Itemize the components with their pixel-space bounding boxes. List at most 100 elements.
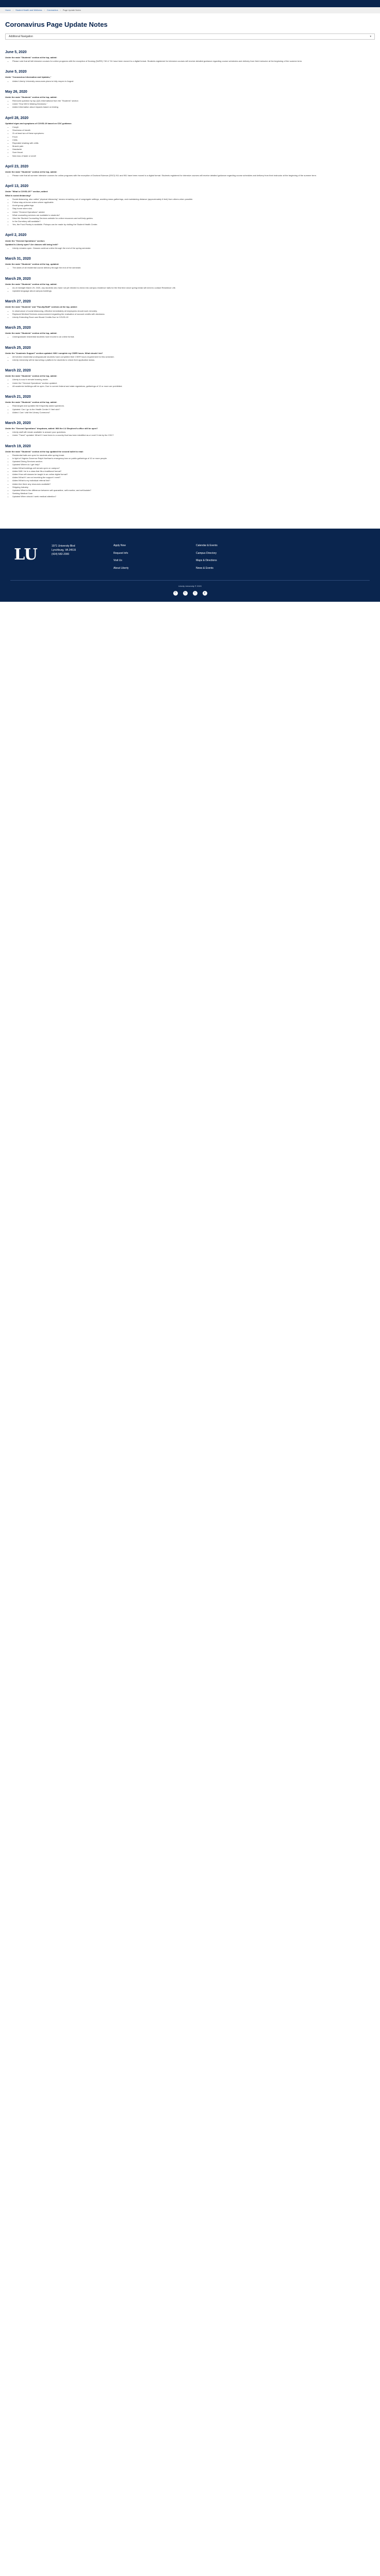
update-bullet: Added: Can I visit the Library Commons?: [12, 411, 375, 414]
update-bullet: Liberty remains open. Classes continue o…: [12, 247, 375, 249]
update-bullet-list: Liberty remains open. Classes continue o…: [5, 247, 375, 249]
update-date-heading: April 23, 2020: [5, 164, 29, 168]
update-bullet: Liberty staff will remain available to a…: [12, 431, 375, 433]
update-bullet: All full-time residential undergraduate …: [12, 355, 375, 358]
update-bullet: Avoid group gatherings.: [12, 204, 375, 207]
update-bullet: Updated Where do I get help?: [12, 463, 375, 466]
update-entry: April 28, 2020 Updated signs and symptoms…: [5, 116, 375, 157]
update-bullet: Muscle pain: [12, 145, 375, 147]
update-bullet-list: Please note that all fall intensive cour…: [5, 60, 375, 62]
update-subheading: Updated Is Liberty open? Are classes sti…: [5, 243, 58, 246]
update-bullet: Undergraduate residential students have …: [12, 335, 375, 338]
update-list: June 5, 2020 Under the main "Students" se…: [5, 50, 375, 498]
breadcrumb-coronavirus[interactable]: Coronavirus: [47, 9, 58, 11]
update-bullet: Yes, the Food Pantry is available. Picku…: [12, 223, 375, 226]
update-bullet: Updated When should I seek medical atten…: [12, 495, 375, 498]
update-bullet-list: Residential halls are open for students …: [5, 454, 375, 498]
update-subheading: Under the main "Students" section at the…: [5, 375, 57, 378]
update-subheading: Under the main "Students" section at the…: [5, 56, 57, 59]
update-subheading: Under the main "Students" section at the…: [5, 401, 57, 404]
footer-links: Apply Now Calendar & Events Request Info…: [113, 544, 268, 570]
youtube-icon[interactable]: y: [202, 590, 207, 596]
update-date-heading: March 31, 2020: [5, 257, 31, 261]
update-bullet: Please note that all fall intensive cour…: [12, 60, 375, 62]
update-date-heading: March 25, 2020: [5, 346, 31, 350]
update-bullet: Headache: [12, 148, 375, 150]
main-content: Coronavirus Page Update Notes Additional…: [0, 13, 380, 498]
update-bullet: What counseling services are available t…: [12, 214, 375, 216]
footer-link[interactable]: Calendar & Events: [196, 544, 268, 548]
update-entry: March 20, 2020 Under the "General Operati…: [5, 421, 375, 437]
update-subheading: Under the "Academic Support" section upd…: [5, 351, 103, 354]
update-date-heading: March 21, 2020: [5, 395, 31, 399]
facebook-icon[interactable]: f: [173, 590, 178, 596]
update-subheading: Under the main "Students" section at the…: [5, 170, 57, 173]
update-bullet-list: Removed question by top (Q2) information…: [5, 99, 375, 109]
update-bullet: Liberty Extending Room and Board Credits…: [12, 316, 375, 318]
update-date-heading: March 29, 2020: [5, 277, 31, 281]
update-bullet: In observance of social distancing, effe…: [12, 310, 375, 312]
footer-link[interactable]: News & Events: [196, 567, 268, 570]
footer-link[interactable]: Apply Now: [113, 544, 186, 548]
update-bullet: Chills: [12, 139, 375, 141]
update-date-heading: March 20, 2020: [5, 421, 31, 425]
update-entry: March 31, 2020 Under the main "Students" …: [5, 257, 375, 269]
update-bullet: In the Dormitory still available?: [12, 220, 375, 223]
update-bullet: Added What is my individual referral lin…: [12, 479, 375, 482]
update-subheading: Under the main "Students" section at the…: [5, 332, 57, 335]
update-entry: April 2, 2020 Under the "General Operatio…: [5, 233, 375, 249]
update-bullet: Added Liberty University announces plans…: [12, 80, 375, 82]
update-bullet: Under "Travel" updated: What if I have b…: [12, 434, 375, 436]
instagram-icon[interactable]: i: [192, 590, 197, 596]
update-subheading: Under the "General Operations" dropdown,…: [5, 427, 98, 430]
top-header-bar: [0, 0, 380, 7]
update-entry: March 22, 2020 Under the main "Students" …: [5, 368, 375, 387]
update-bullet: Rearranged and updated the frequently as…: [12, 404, 375, 407]
update-date-heading: June 5, 2020: [5, 70, 27, 74]
update-bullet-list: All full-time residential undergraduate …: [5, 355, 375, 361]
update-subheading: Under the main "Students" and "Faculty/S…: [5, 306, 78, 309]
additional-navigation-select[interactable]: Additional Navigation ▾: [5, 33, 375, 40]
update-bullet-list: Liberty is now in remote learning mode.U…: [5, 378, 375, 387]
footer-address-line: 1971 University Blvd: [52, 545, 75, 548]
update-bullet: Under "How We're Making Decisions,": [12, 103, 375, 105]
update-entry: June 5, 2020 Under the main "Students" se…: [5, 50, 375, 62]
update-subheading: Under the "General Operations" section:: [5, 239, 45, 242]
twitter-icon[interactable]: t: [183, 590, 188, 596]
copyright-text: Liberty University © 2020: [178, 585, 202, 588]
update-entry: June 5, 2020 Under "Coronavirus Informati…: [5, 70, 375, 82]
update-bullet: Replaced Medical Services announcement r…: [12, 313, 375, 315]
update-date-heading: April 13, 2020: [5, 184, 29, 189]
update-entry: May 26, 2020 Under the main "Students" se…: [5, 90, 375, 109]
update-bullet: Cough: [12, 126, 375, 128]
update-bullet: New loss of taste or smell: [12, 155, 375, 157]
update-bullet: Added Will I be in a class that fits a t…: [12, 470, 375, 472]
update-bullet-list: Added Liberty University announces plans…: [5, 80, 375, 82]
update-bullet: Liberty University will be launching a p…: [12, 359, 375, 361]
update-bullet: Shipping Industry: [12, 486, 375, 488]
update-entry: April 23, 2020 Under the main "Students" …: [5, 164, 375, 177]
update-subheading: Under the main "Students" section at the…: [5, 95, 57, 98]
update-bullet: Or at least two of these symptoms:: [12, 132, 375, 134]
breadcrumb-student-health[interactable]: Student Health and Wellness: [15, 9, 42, 11]
update-entry: March 21, 2020 Under the main "Students" …: [5, 395, 375, 414]
update-subheading: Under the main "Students" section at the…: [5, 282, 57, 285]
update-date-heading: March 27, 2020: [5, 300, 31, 304]
footer-link[interactable]: Visit Us: [113, 559, 186, 563]
update-bullet: Liberty is now in remote learning mode.: [12, 378, 375, 381]
update-bullet: Updated language about campus buildings.: [12, 290, 375, 292]
breadcrumb-home[interactable]: Home: [5, 9, 11, 11]
footer-link[interactable]: Campus Directory: [196, 552, 268, 555]
footer-link[interactable]: About Liberty: [113, 567, 186, 570]
update-bullet: Added Are there any resources available?: [12, 483, 375, 485]
page-title: Coronavirus Page Update Notes: [5, 21, 108, 28]
update-bullet: Shortness of breath: [12, 129, 375, 131]
update-subheading: Updated signs and symptoms of COVID-19 b…: [5, 122, 72, 125]
footer-link[interactable]: Request Info: [113, 552, 186, 555]
update-bullet-list: In observance of social distancing, effe…: [5, 310, 375, 319]
update-bullet: Stay home when sick.: [12, 207, 375, 210]
footer-link[interactable]: Maps & Directions: [196, 559, 268, 563]
update-bullet: Updated: Can I go to the Health Center i…: [12, 408, 375, 411]
update-bullet-list: Please note that all summer intensive co…: [5, 174, 375, 177]
liberty-logo[interactable]: LU: [10, 544, 41, 565]
